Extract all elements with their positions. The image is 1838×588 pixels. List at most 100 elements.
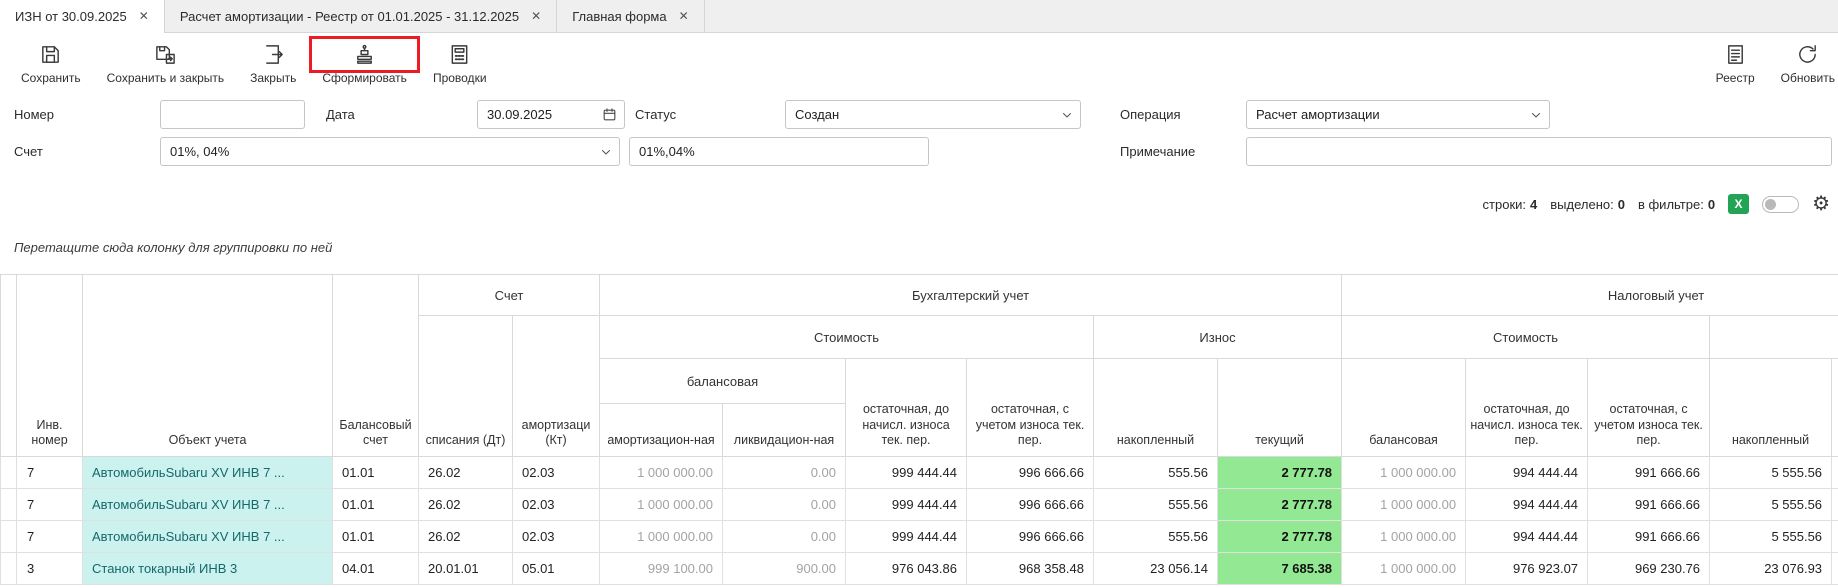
col-group-accounting[interactable]: Бухгалтерский учет (600, 275, 1342, 316)
col-header-tax-residual-before[interactable]: остаточная, до начисл. износа тек. пер. (1466, 359, 1588, 457)
cell-current[interactable]: 2 777.78 (1218, 489, 1342, 521)
gear-icon[interactable]: ⚙ (1812, 194, 1830, 214)
cell-tax-residual-before[interactable]: 994 444.44 (1466, 489, 1588, 521)
cell-balance-account[interactable]: 04.01 (333, 553, 419, 585)
cell-tax-balance[interactable]: 1 000 000.00 (1342, 457, 1466, 489)
date-field[interactable] (477, 100, 625, 129)
cell-residual-with[interactable]: 996 666.66 (967, 457, 1094, 489)
row-gutter[interactable] (1, 521, 17, 553)
cell-tax-accumulated[interactable]: 5 555.56 (1710, 489, 1832, 521)
close-icon[interactable]: ✕ (139, 9, 149, 23)
chevron-down-icon[interactable] (1061, 109, 1073, 121)
cell-residual-with[interactable]: 996 666.66 (967, 521, 1094, 553)
cell-tax-residual-with[interactable]: 991 666.66 (1588, 521, 1710, 553)
col-header-tax-balance[interactable]: балансовая (1342, 359, 1466, 457)
cell-accumulated[interactable]: 555.56 (1094, 457, 1218, 489)
cell-tax-residual-before[interactable]: 994 444.44 (1466, 521, 1588, 553)
cell-residual-before[interactable]: 976 043.86 (846, 553, 967, 585)
cell-writeoff-account[interactable]: 26.02 (419, 489, 513, 521)
cell-tax-accumulated[interactable]: 5 555.56 (1710, 457, 1832, 489)
date-input[interactable] (478, 107, 602, 122)
cell-balance-account[interactable]: 01.01 (333, 489, 419, 521)
cell-object[interactable]: АвтомобильSubaru XV ИНВ 7 ... (83, 457, 333, 489)
postings-button[interactable]: Проводки (420, 36, 500, 85)
account-mask-field[interactable] (629, 137, 929, 166)
cell-object[interactable]: АвтомобильSubaru XV ИНВ 7 ... (83, 489, 333, 521)
cell-balance-account[interactable]: 01.01 (333, 457, 419, 489)
close-icon[interactable]: ✕ (679, 9, 689, 23)
cell-balance-account[interactable]: 01.01 (333, 521, 419, 553)
toggle-switch[interactable] (1762, 196, 1799, 213)
col-group-tax-wear[interactable] (1710, 316, 1838, 359)
chevron-down-icon[interactable] (600, 146, 612, 158)
cell-current[interactable]: 2 777.78 (1218, 521, 1342, 553)
cell-liquidation-cost[interactable]: 0.00 (723, 489, 846, 521)
table-row[interactable]: 7АвтомобильSubaru XV ИНВ 7 ...01.0126.02… (1, 521, 1838, 553)
col-header-object[interactable]: Объект учета (83, 275, 333, 457)
table-row[interactable]: 7АвтомобильSubaru XV ИНВ 7 ...01.0126.02… (1, 489, 1838, 521)
registry-button[interactable]: Реестр (1703, 36, 1768, 85)
cell-residual-before[interactable]: 999 444.44 (846, 489, 967, 521)
cell-amort-account[interactable]: 02.03 (513, 521, 600, 553)
table-row[interactable]: 3Станок токарный ИНВ 304.0120.01.0105.01… (1, 553, 1838, 585)
cell-tax-balance[interactable]: 1 000 000.00 (1342, 489, 1466, 521)
status-select[interactable]: Создан (785, 100, 1081, 129)
cell-residual-with[interactable]: 968 358.48 (967, 553, 1094, 585)
col-header-current[interactable]: текущий (1218, 359, 1342, 457)
cell-tax-balance[interactable]: 1 000 000.00 (1342, 553, 1466, 585)
table-row[interactable]: 7АвтомобильSubaru XV ИНВ 7 ...01.0126.02… (1, 457, 1838, 489)
note-field[interactable] (1246, 137, 1832, 166)
cell-amort-cost[interactable]: 999 100.00 (600, 553, 723, 585)
cell-tax-balance[interactable]: 1 000 000.00 (1342, 521, 1466, 553)
col-header-tax-residual-with[interactable]: остаточная, с учетом износа тек. пер. (1588, 359, 1710, 457)
col-group-tax[interactable]: Налоговый учет (1342, 275, 1838, 316)
number-field[interactable] (160, 100, 305, 129)
col-header-amort-cost[interactable]: амортизацион-ная (600, 404, 723, 457)
cell-inv-number[interactable]: 7 (17, 457, 83, 489)
col-header-residual-before[interactable]: остаточная, до начисл. износа тек. пер. (846, 359, 967, 457)
col-header-tax-current-stub[interactable] (1832, 359, 1838, 457)
number-input[interactable] (161, 107, 304, 122)
col-header-amort-kt[interactable]: амортизаци (Кт) (513, 316, 600, 457)
cell-tax-accumulated[interactable]: 5 555.56 (1710, 521, 1832, 553)
cell-accumulated[interactable]: 555.56 (1094, 489, 1218, 521)
col-header-balance-account[interactable]: Балансовый счет (333, 275, 419, 457)
cell-inv-number[interactable]: 7 (17, 489, 83, 521)
cell-tax-current-stub[interactable] (1832, 521, 1838, 553)
cell-tax-residual-before[interactable]: 976 923.07 (1466, 553, 1588, 585)
save-button[interactable]: Сохранить (8, 36, 94, 85)
col-group-tax-cost[interactable]: Стоимость (1342, 316, 1710, 359)
cell-liquidation-cost[interactable]: 0.00 (723, 521, 846, 553)
cell-accumulated[interactable]: 23 056.14 (1094, 553, 1218, 585)
cell-residual-before[interactable]: 999 444.44 (846, 457, 967, 489)
cell-current[interactable]: 2 777.78 (1218, 457, 1342, 489)
chevron-down-icon[interactable] (1530, 109, 1542, 121)
close-button[interactable]: Закрыть (237, 36, 309, 85)
close-icon[interactable]: ✕ (531, 9, 541, 23)
cell-tax-current-stub[interactable] (1832, 457, 1838, 489)
cell-amort-account[interactable]: 05.01 (513, 553, 600, 585)
cell-accumulated[interactable]: 555.56 (1094, 521, 1218, 553)
cell-inv-number[interactable]: 3 (17, 553, 83, 585)
col-header-tax-accumulated[interactable]: накопленный (1710, 359, 1832, 457)
excel-export-icon[interactable]: X (1728, 194, 1749, 214)
col-subgroup-balance[interactable]: балансовая (600, 359, 846, 404)
cell-tax-residual-with[interactable]: 969 230.76 (1588, 553, 1710, 585)
cell-amort-cost[interactable]: 1 000 000.00 (600, 521, 723, 553)
cell-object[interactable]: АвтомобильSubaru XV ИНВ 7 ... (83, 521, 333, 553)
cell-tax-accumulated[interactable]: 23 076.93 (1710, 553, 1832, 585)
col-gutter[interactable] (1, 275, 17, 457)
col-group-account[interactable]: Счет (419, 275, 600, 316)
col-header-accumulated[interactable]: накопленный (1094, 359, 1218, 457)
cell-liquidation-cost[interactable]: 900.00 (723, 553, 846, 585)
calendar-icon[interactable] (602, 107, 617, 122)
note-input[interactable] (1247, 144, 1831, 159)
cell-tax-residual-before[interactable]: 994 444.44 (1466, 457, 1588, 489)
cell-inv-number[interactable]: 7 (17, 521, 83, 553)
cell-amort-account[interactable]: 02.03 (513, 457, 600, 489)
cell-amort-account[interactable]: 02.03 (513, 489, 600, 521)
cell-tax-current-stub[interactable] (1832, 553, 1838, 585)
tab-main-form[interactable]: Главная форма ✕ (557, 0, 704, 32)
tab-amortization-registry[interactable]: Расчет амортизации - Реестр от 01.01.202… (165, 0, 557, 32)
account-mask-input[interactable] (630, 144, 928, 159)
